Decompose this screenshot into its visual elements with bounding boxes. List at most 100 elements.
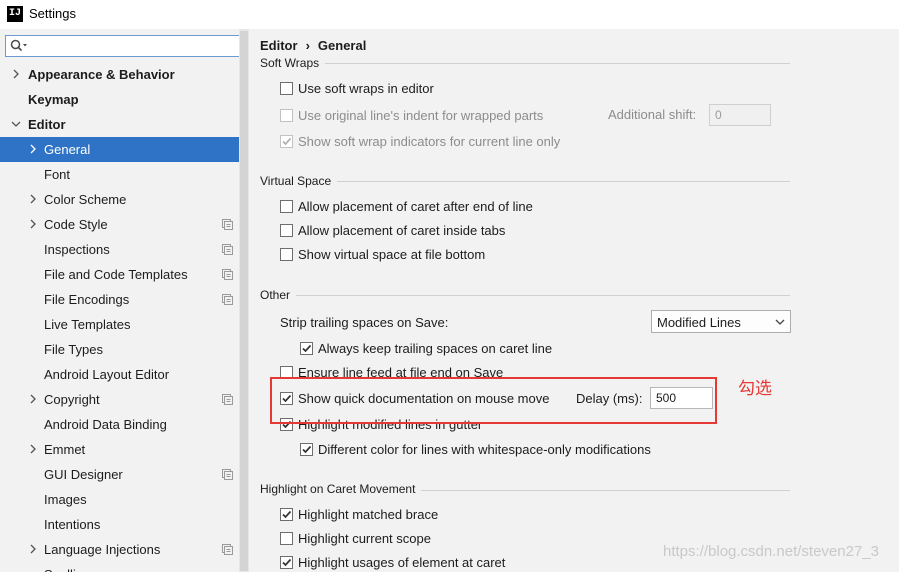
sidebar-item-label: Spelling [44,567,90,572]
breadcrumb-separator-icon: › [305,38,310,53]
virtual-space-bottom-checkbox[interactable] [280,248,293,261]
sidebar-item-android-data-binding[interactable]: Android Data Binding [0,412,249,437]
project-settings-icon [222,269,233,280]
breadcrumb-parent[interactable]: Editor [260,38,298,53]
sidebar-item-android-layout-editor[interactable]: Android Layout Editor [0,362,249,387]
current-scope-option[interactable]: Highlight current scope [280,529,580,549]
title-bar: IJ Settings [0,0,899,29]
sidebar-item-spelling[interactable]: Spelling [0,562,249,572]
keep-trailing-label: Always keep trailing spaces on caret lin… [318,341,553,356]
virtual-space-bottom-option[interactable]: Show virtual space at file bottom [280,245,580,265]
caret-inside-tabs-checkbox[interactable] [280,224,293,237]
sidebar-item-label: Copyright [44,392,100,407]
sidebar-item-file-types[interactable]: File Types [0,337,249,362]
sidebar-item-label: Editor [28,117,66,132]
current-scope-checkbox[interactable] [280,532,293,545]
sidebar-item-live-templates[interactable]: Live Templates [0,312,249,337]
matched-brace-checkbox[interactable] [280,508,293,521]
sidebar-item-color-scheme[interactable]: Color Scheme [0,187,249,212]
watermark: https://blog.csdn.net/steven27_3 [663,543,879,560]
project-settings-icon [222,544,233,555]
chevron-right-icon[interactable] [28,444,38,454]
sidebar-item-label: Images [44,492,87,507]
project-settings-icon [222,469,233,480]
sidebar-item-font[interactable]: Font [0,162,249,187]
sidebar-scrollbar[interactable] [239,29,249,572]
settings-window: IJ Settings Appearance & Behavior Keymap E… [0,0,899,572]
virtual-space-divider [260,181,790,182]
caret-after-eol-option[interactable]: Allow placement of caret after end of li… [280,197,580,217]
caret-after-eol-label: Allow placement of caret after end of li… [298,199,533,214]
chevron-right-icon[interactable] [28,144,38,154]
sidebar-item-code-style[interactable]: Code Style [0,212,249,237]
sidebar-item-file-encodings[interactable]: File Encodings [0,287,249,312]
breadcrumb-current: General [317,38,367,53]
usages-at-caret-checkbox[interactable] [280,556,293,569]
project-settings-icon [222,219,233,230]
sidebar-item-label: File Types [44,342,104,357]
chevron-right-icon[interactable] [28,194,38,204]
sidebar-item-gui-designer[interactable]: GUI Designer [0,462,249,487]
additional-shift-input[interactable]: 0 [709,104,771,126]
sidebar-item-appearance-behavior[interactable]: Appearance & Behavior [0,62,249,87]
sidebar-item-intentions[interactable]: Intentions [0,512,249,537]
sidebar-item-file-and-code-templates[interactable]: File and Code Templates [0,262,249,287]
chevron-right-icon[interactable] [28,394,38,404]
checkmark-icon [302,344,312,353]
use-soft-wraps-checkbox[interactable] [280,82,293,95]
sidebar-item-label: Color Scheme [44,192,127,207]
sidebar-item-label: File Encodings [44,292,130,307]
sidebar-item-label: General [44,142,91,157]
different-color-checkbox[interactable] [300,443,313,456]
sidebar-item-keymap[interactable]: Keymap [0,87,249,112]
soft-wraps-divider [260,63,790,64]
use-original-indent-checkbox[interactable] [280,109,293,122]
keep-trailing-option[interactable]: Always keep trailing spaces on caret lin… [300,339,620,359]
chevron-right-icon[interactable] [28,544,38,554]
sidebar-item-language-injections[interactable]: Language Injections [0,537,249,562]
search-icon[interactable] [10,39,28,53]
sidebar-item-label: File and Code Templates [44,267,188,282]
intellij-logo-icon: IJ [7,6,23,22]
project-settings-icon [222,244,233,255]
settings-search-input[interactable] [5,35,243,57]
sidebar-item-inspections[interactable]: Inspections [0,237,249,262]
sidebar-item-label: Android Layout Editor [44,367,170,382]
sidebar-item-label: Code Style [44,217,108,232]
use-soft-wraps-label: Use soft wraps in editor [298,81,434,96]
usages-at-caret-option[interactable]: Highlight usages of element at caret [280,553,580,572]
use-original-indent-option[interactable]: Use original line's indent for wrapped p… [280,106,580,126]
chevron-down-icon [775,319,785,325]
strip-trailing-select[interactable]: Modified Lines [651,310,791,333]
show-wrap-indicators-checkbox[interactable] [280,135,293,148]
checkmark-icon [282,510,292,519]
virtual-space-title: Virtual Space [260,174,338,188]
sidebar-item-label: Keymap [28,92,79,107]
sidebar-item-label: Android Data Binding [44,417,167,432]
sidebar-item-copyright[interactable]: Copyright [0,387,249,412]
caret-inside-tabs-option[interactable]: Allow placement of caret inside tabs [280,221,580,241]
sidebar-item-label: Intentions [44,517,101,532]
chevron-down-icon[interactable] [11,119,21,129]
chevron-right-icon[interactable] [11,69,21,79]
chevron-right-icon[interactable] [28,219,38,229]
keep-trailing-checkbox[interactable] [300,342,313,355]
use-soft-wraps-option[interactable]: Use soft wraps in editor [280,79,580,99]
sidebar-item-editor[interactable]: Editor [0,112,249,137]
other-title: Other [260,288,297,302]
caret-after-eol-checkbox[interactable] [280,200,293,213]
sidebar-item-label: Language Injections [44,542,161,557]
show-wrap-indicators-option[interactable]: Show soft wrap indicators for current li… [280,132,610,152]
matched-brace-option[interactable]: Highlight matched brace [280,505,580,525]
soft-wraps-title: Soft Wraps [260,56,326,70]
checkmark-icon [302,445,312,454]
caret-movement-title: Highlight on Caret Movement [260,482,422,496]
sidebar-item-label: Appearance & Behavior [28,67,175,82]
sidebar-item-images[interactable]: Images [0,487,249,512]
sidebar-scrollbar-thumb[interactable] [240,31,248,571]
sidebar-item-label: GUI Designer [44,467,123,482]
sidebar-item-general[interactable]: General [0,137,249,162]
sidebar-item-emmet[interactable]: Emmet [0,437,249,462]
strip-trailing-label: Strip trailing spaces on Save: [280,315,449,330]
different-color-option[interactable]: Different color for lines with whitespac… [300,440,700,460]
